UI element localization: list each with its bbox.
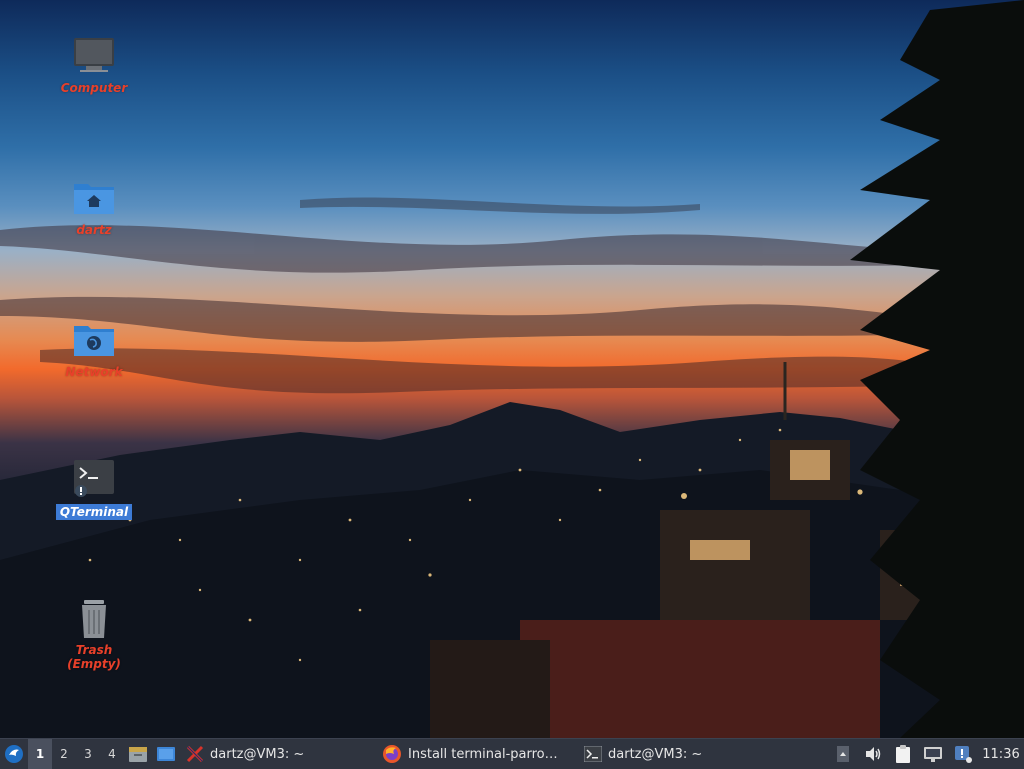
- workspace-2[interactable]: 2: [52, 739, 76, 769]
- desktop-icon-trash[interactable]: Trash (Empty): [46, 598, 142, 672]
- start-menu-icon: [5, 745, 23, 763]
- workspace-1[interactable]: 1: [28, 739, 52, 769]
- file-manager-launcher[interactable]: [124, 739, 152, 769]
- task-xterm[interactable]: dartz@VM3: ~: [180, 739, 376, 769]
- tray-expander[interactable]: [828, 739, 858, 769]
- desktop-icon-computer[interactable]: Computer: [46, 36, 142, 96]
- task-label: dartz@VM3: ~: [608, 746, 703, 762]
- clipboard-tray[interactable]: [888, 739, 918, 769]
- terminal-icon: [72, 460, 116, 500]
- terminal-icon: [584, 746, 602, 762]
- network-folder-icon: [72, 320, 116, 360]
- desktop-icon-qterminal[interactable]: QTerminal: [46, 460, 142, 520]
- trash-icon: [72, 598, 116, 638]
- task-label: dartz@VM3: ~: [210, 746, 305, 762]
- workspace-label: 3: [84, 747, 92, 761]
- update-notification-icon: [955, 746, 972, 763]
- desktop-wallpaper: [0, 0, 1024, 738]
- start-menu-button[interactable]: [0, 739, 28, 769]
- workspace-label: 4: [108, 747, 116, 761]
- clock[interactable]: 11:36: [978, 747, 1024, 762]
- desktop-icon-label: Network: [65, 365, 123, 379]
- workspace-3[interactable]: 3: [76, 739, 100, 769]
- workspace-4[interactable]: 4: [100, 739, 124, 769]
- desktop-icon-label: Trash (Empty): [67, 643, 121, 671]
- clipboard-icon: [896, 745, 910, 763]
- desktop-icon-label: dartz: [76, 223, 112, 237]
- desktop-icon-label: Computer: [60, 81, 128, 95]
- desktop-icon-network[interactable]: Network: [46, 320, 142, 380]
- workspace-label: 2: [60, 747, 68, 761]
- speaker-icon: [866, 747, 881, 761]
- workspace-label: 1: [35, 747, 45, 761]
- home-folder-icon: [72, 178, 116, 218]
- updates-tray[interactable]: [948, 739, 978, 769]
- network-tray[interactable]: [918, 739, 948, 769]
- network-wired-icon: [924, 747, 942, 762]
- x-terminal-icon: [186, 745, 204, 763]
- show-desktop-button[interactable]: [152, 739, 180, 769]
- task-qterminal[interactable]: dartz@VM3: ~: [578, 739, 790, 769]
- show-desktop-icon: [157, 747, 175, 761]
- wallpaper-scene: [0, 0, 1024, 738]
- taskbar: 1 2 3 4 dartz@VM3: ~ Install terminal-pa…: [0, 738, 1024, 769]
- computer-icon: [72, 36, 116, 76]
- firefox-icon: [383, 745, 401, 763]
- file-manager-icon: [129, 747, 147, 762]
- task-firefox[interactable]: Install terminal-parro…: [376, 739, 578, 769]
- desktop-icon-home-folder[interactable]: dartz: [46, 178, 142, 238]
- task-label: Install terminal-parro…: [408, 746, 558, 762]
- volume-control[interactable]: [858, 739, 888, 769]
- system-tray: 11:36: [828, 739, 1024, 769]
- chevron-up-icon: [837, 746, 849, 762]
- desktop-icon-label: QTerminal: [55, 504, 133, 520]
